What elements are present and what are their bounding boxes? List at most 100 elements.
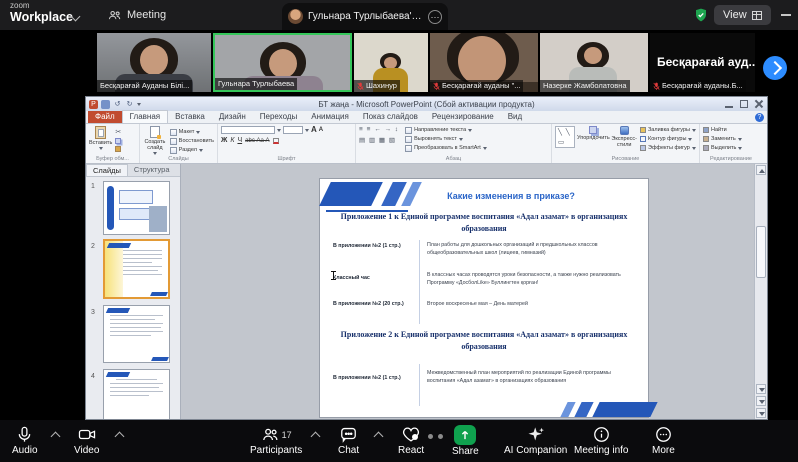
current-slide[interactable]: Какие изменения в приказе? Приложение 1 … [320, 179, 648, 417]
table-row-text[interactable]: План работы для дошкольных организаций и… [427, 242, 637, 257]
font-size-combobox[interactable] [283, 126, 303, 134]
app-brand[interactable]: zoom Workplace [10, 2, 73, 24]
tab-shared-screen[interactable]: Гульнара Турлыбаева's screen [282, 3, 448, 30]
reset-button[interactable]: Восстановить [170, 137, 214, 145]
undo-icon[interactable]: ↺ [113, 100, 122, 109]
ribbon-tab-insert[interactable]: Вставка [168, 111, 212, 123]
video-options-chevron-icon[interactable] [115, 432, 125, 442]
slide-heading-2[interactable]: Приложение 2 к Единой программе воспитан… [334, 329, 634, 353]
slide-thumbnail-2-selected[interactable] [103, 239, 170, 299]
align-text-button[interactable]: Выровнять текст [405, 135, 487, 143]
table-row-text[interactable]: Второе воскресенье мая – День матерей [427, 301, 637, 309]
layout-button[interactable]: Макет [170, 128, 214, 136]
format-painter-icon[interactable] [115, 146, 121, 152]
table-row-text[interactable]: В классных часах проводятся уроки безопа… [427, 272, 637, 287]
participant-video-1[interactable]: Бесқарағай Ауданы Білі... [97, 33, 211, 92]
section-button[interactable]: Раздел [170, 146, 214, 154]
vertical-scrollbar[interactable] [754, 164, 767, 419]
next-participants-button[interactable] [763, 56, 787, 80]
redo-icon[interactable]: ↻ [125, 100, 134, 109]
react-button[interactable]: React [398, 425, 424, 457]
participants-options-chevron-icon[interactable] [311, 432, 321, 442]
audio-button[interactable]: Audio [12, 425, 38, 457]
panel-tab-outline[interactable]: Структура [128, 164, 176, 176]
font-name-combobox[interactable] [221, 126, 275, 134]
table-row-label[interactable]: В приложении №2 (20 стр.) [333, 301, 415, 308]
ppt-maximize-icon[interactable] [740, 100, 748, 108]
slide-title[interactable]: Какие изменения в приказе? [416, 191, 606, 201]
ribbon-tab-animations[interactable]: Анимация [304, 111, 356, 123]
reaction-skin-tone-dot[interactable] [412, 434, 418, 440]
paste-button[interactable]: Вставить [89, 126, 112, 152]
ribbon-tab-slideshow[interactable]: Показ слайдов [356, 111, 425, 123]
reaction-dot[interactable] [428, 434, 433, 439]
new-slide-button[interactable]: Создать слайд [143, 126, 167, 155]
font-color-button[interactable] [273, 138, 279, 144]
participant-video-2-active-speaker[interactable]: Гульнара Турлыбаева [213, 33, 352, 92]
next-slide-icon[interactable] [756, 408, 766, 418]
panel-tab-slides[interactable]: Слайды [86, 164, 128, 176]
save-icon[interactable] [101, 100, 110, 109]
shape-fill-button[interactable]: Заливка фигуры [640, 126, 696, 134]
slide-editing-area[interactable]: Какие изменения в приказе? Приложение 1 … [181, 164, 754, 419]
text-direction-button[interactable]: Направление текста [405, 126, 487, 134]
chat-button[interactable]: Chat [338, 425, 359, 457]
ribbon-tab-home[interactable]: Главная [122, 110, 168, 123]
shape-effects-button[interactable]: Эффекты фигур [640, 144, 696, 152]
ppt-title-bar[interactable]: P ↺ ↻ БТ жаңа - Microsoft PowerPoint (Сб… [86, 97, 767, 111]
italic-button[interactable]: К [230, 137, 234, 144]
ribbon-tab-file[interactable]: Файл [88, 111, 122, 123]
copy-icon[interactable] [115, 138, 121, 144]
more-button[interactable]: More [652, 425, 675, 457]
participants-button[interactable]: 17 Participants [250, 425, 302, 457]
reaction-dot[interactable] [438, 434, 443, 439]
ribbon-tab-review[interactable]: Рецензирование [425, 111, 501, 123]
increase-font-icon[interactable]: А [311, 126, 317, 134]
previous-slide-icon[interactable] [756, 396, 766, 406]
ribbon-tab-view[interactable]: Вид [501, 111, 529, 123]
slide-thumbnail-3[interactable] [103, 305, 170, 363]
ppt-minimize-icon[interactable] [725, 100, 733, 108]
underline-button[interactable]: Ч [237, 137, 242, 144]
view-button[interactable]: View [714, 5, 771, 25]
audio-options-chevron-icon[interactable] [51, 432, 61, 442]
tab-options-ellipsis-icon[interactable] [428, 10, 442, 24]
chat-options-chevron-icon[interactable] [374, 432, 384, 442]
video-button[interactable]: Video [74, 425, 99, 457]
paragraph-buttons-row1[interactable]: ≡ ≡ ← → ↕ [359, 126, 399, 133]
decrease-font-icon[interactable]: А [319, 126, 323, 134]
select-button[interactable]: Выделить [703, 144, 759, 152]
arrange-button[interactable]: Упорядочить [578, 126, 608, 152]
slide-heading-1[interactable]: Приложение 1 к Единой программе воспитан… [334, 211, 634, 235]
ai-companion-button[interactable]: AI Companion [504, 425, 567, 457]
table-row-text[interactable]: Межведомственный план мероприятий по реа… [427, 370, 637, 385]
ppt-close-icon[interactable] [755, 100, 763, 108]
ribbon-tab-design[interactable]: Дизайн [212, 111, 253, 123]
table-row-label[interactable]: В приложении №2 (1 стр.) [333, 243, 415, 250]
replace-button[interactable]: Заменить [703, 135, 759, 143]
security-shield-icon[interactable] [693, 7, 709, 28]
quick-styles-button[interactable]: Экспресс-стили [611, 126, 637, 152]
find-button[interactable]: Найти [703, 126, 759, 134]
slide-thumbnail-1[interactable] [103, 181, 170, 235]
participant-video-5[interactable]: Назерке Жамболатовна [540, 33, 648, 92]
tab-meeting[interactable]: Meeting [108, 0, 166, 30]
quick-access-toolbar[interactable]: P ↺ ↻ [89, 100, 141, 109]
paragraph-buttons-row2[interactable]: ▤ ▥ ▦ ▧ [359, 136, 399, 144]
participant-video-6[interactable]: Бесқарағай ауд... Бесқарағай ауданы.Б... [650, 33, 755, 92]
participant-video-4[interactable]: Бесқарағай ауданы "... [430, 33, 538, 92]
convert-smartart-button[interactable]: Преобразовать в SmartArt [405, 144, 487, 152]
help-icon[interactable] [755, 113, 764, 122]
table-row-label[interactable]: В приложении №2 (1 стр.) [333, 375, 415, 382]
scrollbar-thumb[interactable] [756, 226, 766, 278]
window-minimize-icon[interactable] [781, 14, 791, 16]
strikethrough-button[interactable]: abc Аа А [245, 138, 269, 144]
table-row-label[interactable]: Классный час [333, 275, 415, 282]
cut-icon[interactable]: ✂ [115, 128, 121, 136]
meeting-info-button[interactable]: Meeting info [574, 425, 628, 457]
shape-outline-button[interactable]: Контур фигуры [640, 135, 696, 143]
participant-video-3[interactable]: Шахинур [354, 33, 428, 92]
ribbon-tab-transitions[interactable]: Переходы [253, 111, 305, 123]
qat-dropdown-icon[interactable] [137, 103, 141, 106]
scroll-down-icon[interactable] [756, 384, 766, 394]
